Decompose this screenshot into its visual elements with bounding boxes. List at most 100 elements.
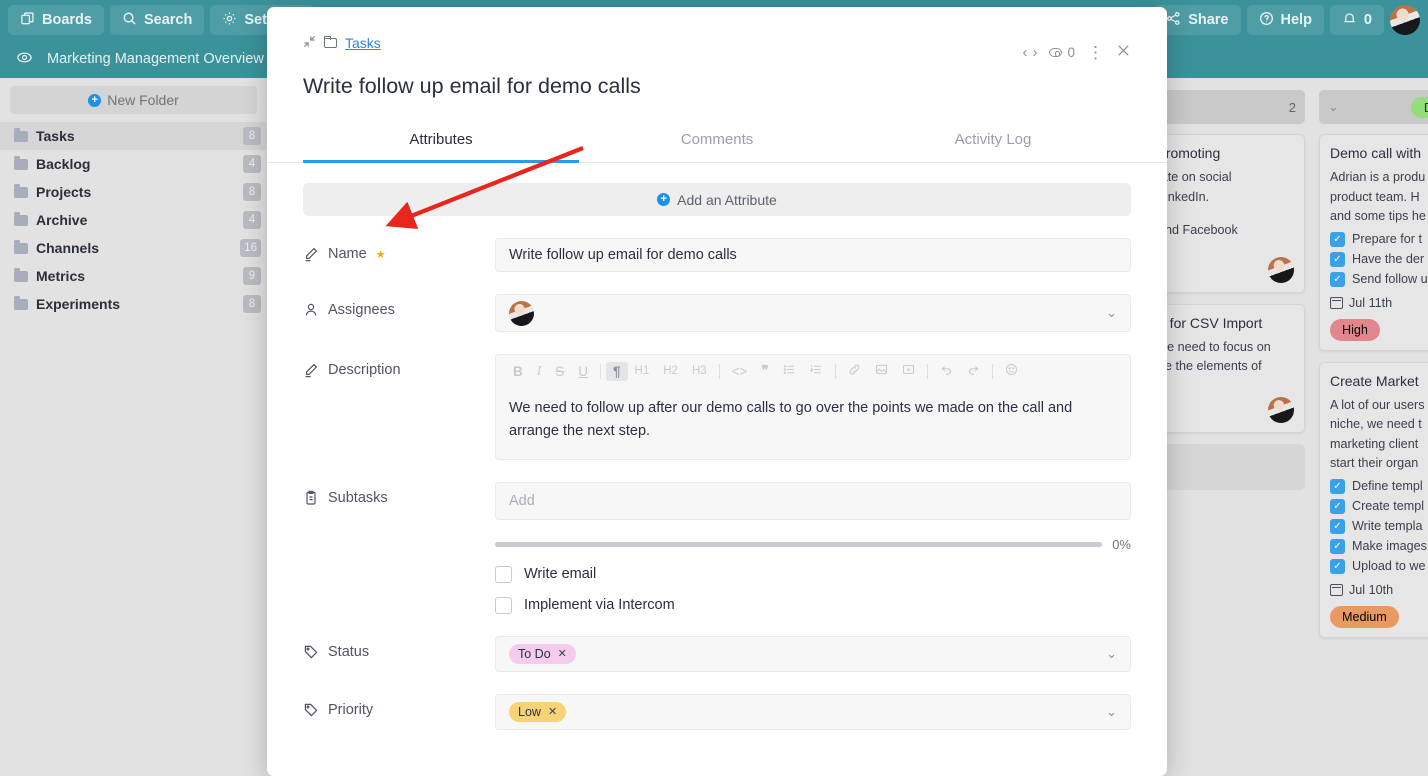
- tab-attributes[interactable]: Attributes: [303, 121, 579, 163]
- share-button[interactable]: Share: [1154, 5, 1241, 35]
- board-card[interactable]: n for CSV Import we need to focus on be …: [1147, 303, 1305, 433]
- image-icon[interactable]: [868, 361, 895, 381]
- collapse-icon[interactable]: [303, 35, 316, 51]
- checkbox-unchecked-icon[interactable]: [495, 596, 512, 614]
- watchers-indicator[interactable]: 0: [1049, 45, 1075, 60]
- assignee-avatar[interactable]: [509, 300, 534, 326]
- breadcrumb-link-tasks[interactable]: Tasks: [345, 35, 381, 51]
- close-icon[interactable]: [1116, 43, 1131, 62]
- assignees-select[interactable]: ⌄: [495, 294, 1131, 332]
- column-header[interactable]: ⌄ Done: [1319, 90, 1428, 124]
- card-avatar[interactable]: [1268, 396, 1294, 423]
- tab-comments[interactable]: Comments: [579, 121, 855, 162]
- checkbox-checked-icon[interactable]: ✓: [1330, 251, 1345, 267]
- description-field-label: Description: [303, 354, 495, 378]
- chevron-down-icon[interactable]: ⌄: [1328, 99, 1339, 115]
- remove-tag-icon[interactable]: ✕: [548, 705, 557, 718]
- checkbox-unchecked-icon[interactable]: [495, 565, 512, 583]
- card-subtask[interactable]: ✓ Prepare for t: [1330, 231, 1428, 247]
- board-card[interactable]: promoting late on social LinkedIn. and F…: [1147, 134, 1305, 293]
- checkbox-checked-icon[interactable]: ✓: [1330, 498, 1345, 514]
- help-button[interactable]: Help: [1246, 5, 1324, 35]
- next-task-button[interactable]: ›: [1032, 44, 1037, 61]
- undo-icon[interactable]: [933, 361, 960, 381]
- plus-icon: +: [657, 193, 671, 206]
- sidebar-item-projects[interactable]: Projects 8: [0, 178, 267, 206]
- checkbox-checked-icon[interactable]: ✓: [1330, 271, 1345, 287]
- card-subtask[interactable]: ✓ Send follow u: [1330, 271, 1428, 287]
- numbered-list-icon[interactable]: [803, 361, 830, 381]
- toolbar-divider: [991, 363, 993, 379]
- card-subtask[interactable]: ✓ Upload to we: [1330, 558, 1428, 574]
- checkbox-checked-icon[interactable]: ✓: [1330, 538, 1345, 554]
- checkbox-checked-icon[interactable]: ✓: [1330, 558, 1345, 574]
- boards-button[interactable]: Boards: [8, 5, 104, 35]
- strikethrough-icon[interactable]: S: [548, 362, 571, 381]
- field-row-description: Description B I S U ¶ H1 H2 H3 <> ❞ We n…: [303, 354, 1131, 460]
- status-select[interactable]: To Do ✕ ⌄: [495, 635, 1131, 672]
- description-text[interactable]: We need to follow up after our demo call…: [496, 387, 1130, 459]
- heading2-icon[interactable]: H2: [656, 363, 685, 379]
- code-icon[interactable]: <>: [725, 362, 755, 381]
- bold-icon[interactable]: B: [506, 362, 530, 381]
- heading3-icon[interactable]: H3: [685, 363, 714, 379]
- sidebar-item-channels[interactable]: Channels 16: [0, 234, 267, 262]
- avatar[interactable]: [1390, 5, 1420, 35]
- column-header[interactable]: ⌄ 2: [1147, 90, 1305, 124]
- emoji-icon[interactable]: [998, 361, 1025, 381]
- paragraph-icon[interactable]: ¶: [606, 361, 628, 381]
- card-body-line: niche, we need t: [1330, 417, 1422, 432]
- board-card[interactable]: Demo call with Adrian is a produ product…: [1319, 134, 1428, 351]
- chevron-down-icon[interactable]: ⌄: [1106, 704, 1117, 720]
- status-badge[interactable]: To Do ✕: [509, 643, 576, 664]
- sidebar-item-archive[interactable]: Archive 4: [0, 206, 267, 234]
- subtask-add-input[interactable]: Add: [495, 481, 1131, 520]
- checkbox-checked-icon[interactable]: ✓: [1330, 478, 1345, 494]
- video-icon[interactable]: [895, 361, 922, 381]
- eye-icon[interactable]: [16, 49, 33, 70]
- assignees-field-label: Assignees: [303, 294, 495, 318]
- remove-tag-icon[interactable]: ✕: [558, 647, 567, 660]
- name-input[interactable]: Write follow up email for demo calls: [495, 238, 1131, 272]
- card-subtask[interactable]: ✓ Define templ: [1330, 478, 1428, 494]
- redo-icon[interactable]: [960, 361, 987, 381]
- checkbox-checked-icon[interactable]: ✓: [1330, 518, 1345, 534]
- sidebar-item-label: Experiments: [36, 296, 121, 312]
- subtask-item[interactable]: Write email: [495, 565, 1131, 583]
- chevron-down-icon[interactable]: ⌄: [1106, 646, 1117, 662]
- subtask-label: Implement via Intercom: [524, 597, 675, 614]
- sidebar-item-experiments[interactable]: Experiments 8: [0, 290, 267, 318]
- kebab-menu-icon[interactable]: ⋮: [1087, 44, 1104, 61]
- pencil-icon: [303, 246, 319, 262]
- underline-icon[interactable]: U: [571, 362, 595, 381]
- priority-select[interactable]: Low ✕ ⌄: [495, 693, 1131, 730]
- tag-icon: [303, 702, 319, 718]
- italic-icon[interactable]: I: [530, 361, 549, 381]
- sidebar-item-count: 9: [243, 267, 261, 285]
- board-card[interactable]: Create Market A lot of our users niche, …: [1319, 361, 1428, 638]
- checkbox-checked-icon[interactable]: ✓: [1330, 231, 1345, 247]
- sidebar-item-tasks[interactable]: Tasks 8: [0, 122, 267, 150]
- card-subtask[interactable]: ✓ Write templa: [1330, 518, 1428, 534]
- heading1-icon[interactable]: H1: [628, 363, 657, 379]
- tab-activity-log[interactable]: Activity Log: [855, 121, 1131, 162]
- new-folder-button[interactable]: + New Folder: [10, 86, 257, 114]
- sidebar-item-metrics[interactable]: Metrics 9: [0, 262, 267, 290]
- sidebar-item-backlog[interactable]: Backlog 4: [0, 150, 267, 178]
- card-subtask[interactable]: ✓ Create templ: [1330, 498, 1428, 514]
- subtask-item[interactable]: Implement via Intercom: [495, 596, 1131, 614]
- card-subtask[interactable]: ✓ Make images: [1330, 538, 1428, 554]
- bullet-list-icon[interactable]: [776, 361, 803, 381]
- add-attribute-button[interactable]: + Add an Attribute: [303, 183, 1131, 216]
- notifications-button[interactable]: 0: [1329, 5, 1384, 35]
- chevron-down-icon[interactable]: ⌄: [1106, 305, 1117, 321]
- modal-body: + Add an Attribute Name ★ Write follow u…: [267, 163, 1167, 748]
- search-button[interactable]: Search: [109, 5, 205, 35]
- card-avatar[interactable]: [1268, 256, 1294, 283]
- progress-bar: [495, 541, 1103, 547]
- quote-icon[interactable]: ❞: [754, 361, 775, 381]
- card-subtask[interactable]: ✓ Have the der: [1330, 251, 1428, 267]
- priority-badge[interactable]: Low ✕: [509, 701, 567, 722]
- link-icon[interactable]: [841, 361, 868, 381]
- prev-task-button[interactable]: ‹: [1022, 44, 1027, 61]
